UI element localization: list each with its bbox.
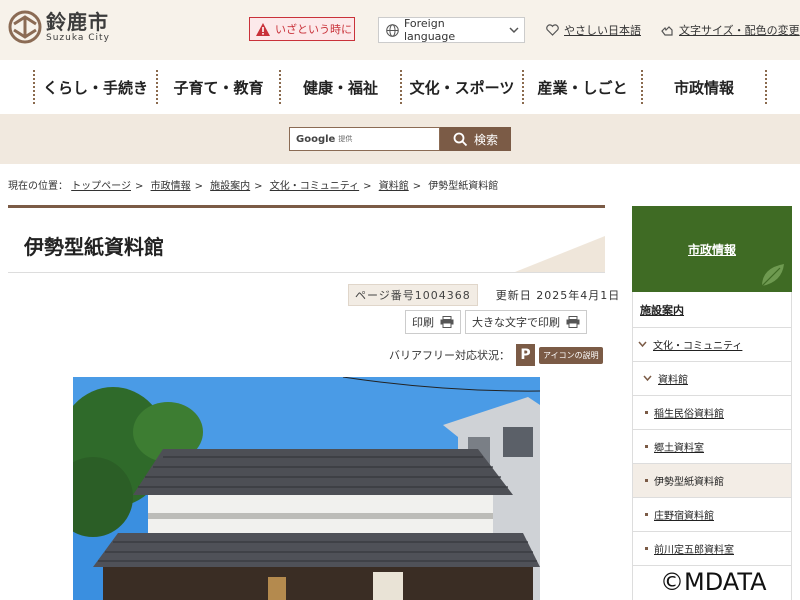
chevron-down-icon [638,341,647,348]
city-emblem-icon [8,10,42,44]
bullet-icon [645,547,648,550]
chevron-down-icon [643,375,652,382]
breadcrumb-link-culture[interactable]: 文化・コミュニティ [270,181,359,192]
nav-item-city-info[interactable]: 市政情報 [641,70,767,104]
nav-item-culture[interactable]: 文化・スポーツ [400,70,522,104]
sidebar-item-shono[interactable]: 庄野宿資料館 [633,498,791,532]
nav-item-industry[interactable]: 産業・しごと [522,70,641,104]
title-decoration [515,236,605,272]
page-number: ページ番号1004368 [348,284,478,306]
font-color-settings-link[interactable]: 文字サイズ・配色の変更 [660,22,800,38]
breadcrumb-link-city-info[interactable]: 市政情報 [151,181,191,192]
bullet-icon [645,411,648,414]
site-logo[interactable]: 鈴鹿市 Suzuka City [8,10,110,44]
printer-icon [440,316,454,328]
sidebar-menu: 施設案内 文化・コミュニティ 資料館 稲生民俗資料館 郷土資料室 伊勢型紙資料館… [632,292,792,600]
bullet-icon [645,513,648,516]
sidebar-item-museums[interactable]: 資料館 [633,362,791,396]
bullet-icon [645,479,648,482]
logo-name-en: Suzuka City [46,33,110,43]
nav-item-health[interactable]: 健康・福祉 [279,70,400,104]
sidebar-item-isekatagami[interactable]: 伊勢型紙資料館 [633,464,791,498]
icon-description-button[interactable]: アイコンの説明 [539,346,603,364]
language-select[interactable]: Foreign language [378,17,525,43]
sidebar-item-culture[interactable]: 文化・コミュニティ [633,328,791,362]
leaf-icon [761,264,784,287]
breadcrumb-link-top[interactable]: トップページ [71,181,131,192]
search-band: Google 提供 検索 [0,114,800,164]
language-label: Foreign language [403,17,456,43]
emergency-button[interactable]: いざという時に [249,17,355,41]
museum-building-image [73,377,540,600]
sidebar-item-inou[interactable]: 稲生民俗資料館 [633,396,791,430]
nav-item-living[interactable]: くらし・手続き [33,70,156,104]
search-button[interactable]: 検索 [440,127,511,151]
hand-pointer-icon [661,25,673,36]
print-button[interactable]: 印刷 [405,310,461,334]
printer-icon [566,316,580,328]
nav-item-childcare[interactable]: 子育て・教育 [156,70,279,104]
bullet-icon [645,445,648,448]
parking-icon[interactable]: P [516,344,535,366]
museum-photo [73,377,540,600]
logo-name-jp: 鈴鹿市 [46,10,109,34]
site-header: 鈴鹿市 Suzuka City いざという時に Foreign language… [0,0,800,60]
page-title-area: 伊勢型紙資料館 [8,205,605,273]
updated-date: 更新日 2025年4月1日 [495,289,621,302]
page-title: 伊勢型紙資料館 [24,235,164,259]
breadcrumb-link-facilities[interactable]: 施設案内 [210,181,250,192]
watermark: ©MDATA [660,568,767,596]
breadcrumb: 現在の位置： トップページ > 市政情報 > 施設案内 > 文化・コミュニティ > 資料… [8,181,499,192]
breadcrumb-link-museums[interactable]: 資料館 [379,181,409,192]
print-large-button[interactable]: 大きな文字で印刷 [465,310,587,334]
search-input[interactable]: Google 提供 [289,127,440,151]
sidebar-item-kyodo[interactable]: 郷土資料室 [633,430,791,464]
page-meta: ページ番号1004368 更新日 2025年4月1日 [348,284,620,306]
sidebar-heading[interactable]: 市政情報 [632,206,792,292]
emergency-label: いざという時に [275,23,352,36]
sidebar-item-maekawa[interactable]: 前川定五郎資料室 [633,532,791,566]
easy-japanese-link[interactable]: やさしい日本語 [546,22,641,38]
breadcrumb-current: 伊勢型紙資料館 [428,181,499,192]
global-nav: くらし・手続き 子育て・教育 健康・福祉 文化・スポーツ 産業・しごと 市政情報 [0,60,800,114]
chevron-down-icon [509,27,519,34]
heart-icon [546,24,559,36]
search-icon [453,132,468,146]
sidebar-item-facilities[interactable]: 施設案内 [633,292,791,328]
warning-icon [256,22,270,36]
globe-icon [386,23,399,37]
barrier-free-status: バリアフリー対応状況： P アイコンの説明 [389,344,603,366]
